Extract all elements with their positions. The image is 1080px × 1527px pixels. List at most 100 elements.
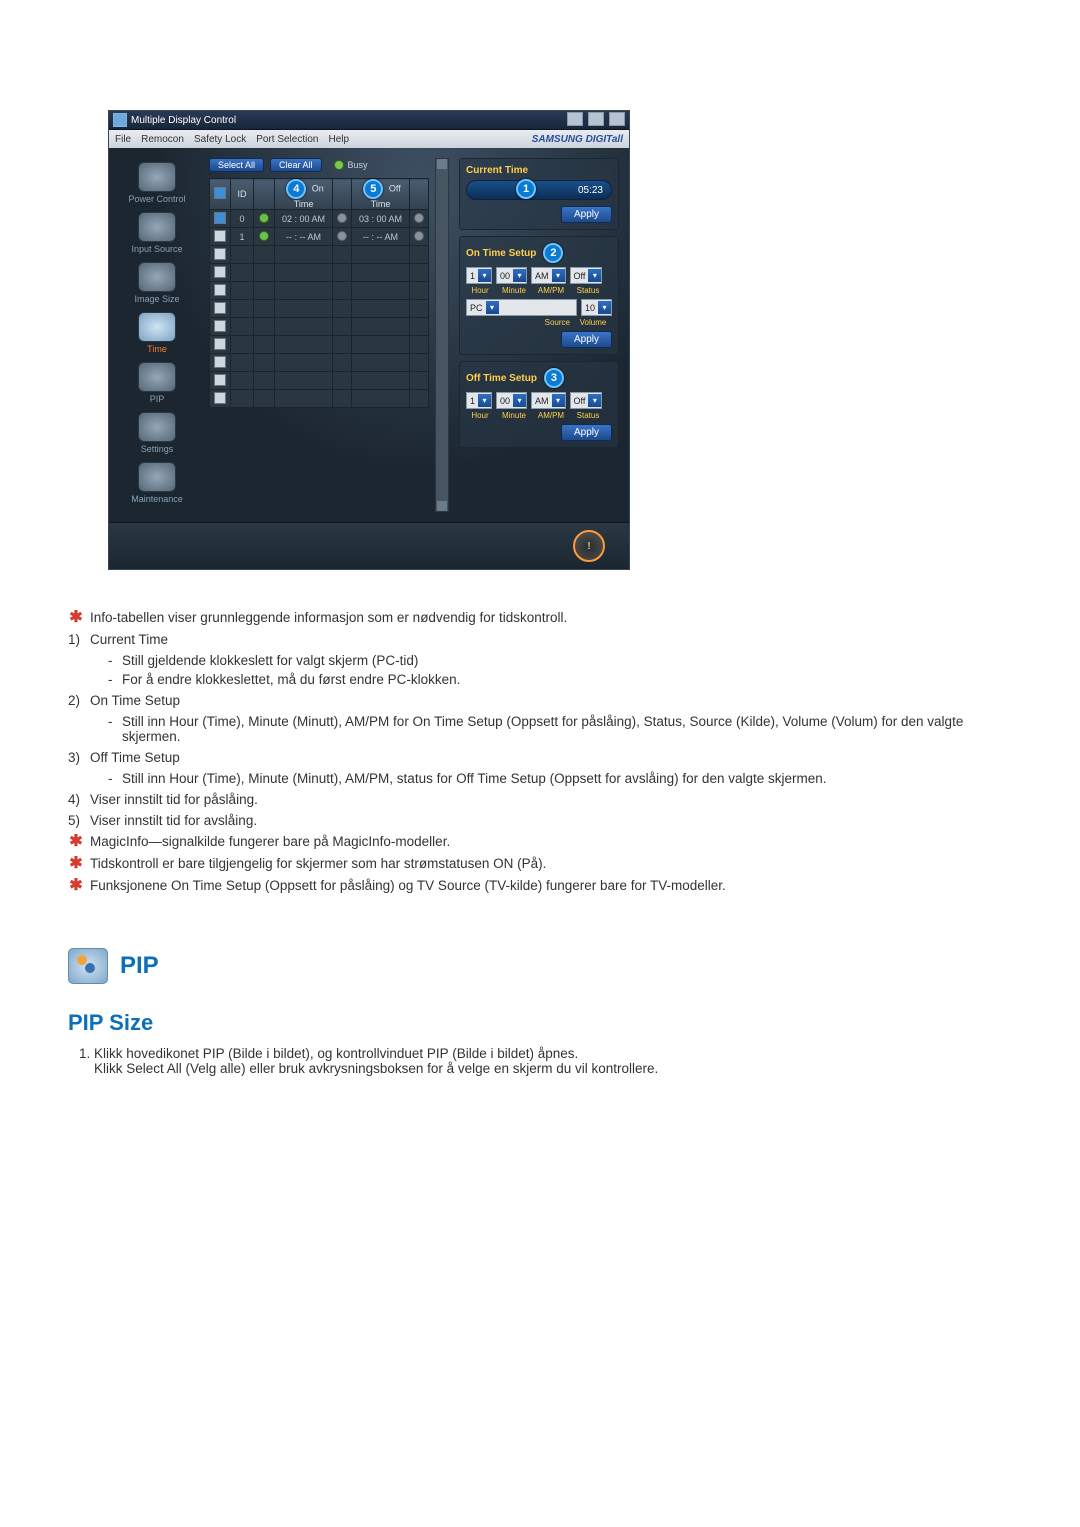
chevron-down-icon: ▾ — [588, 269, 601, 282]
display-table: ID 4 On Time 5 Off Time — [209, 178, 429, 408]
clear-all-button[interactable]: Clear All — [270, 158, 322, 172]
row-checkbox[interactable] — [214, 320, 226, 332]
hour-label: Hour — [466, 286, 494, 295]
power-led-icon — [259, 213, 269, 223]
led-icon — [414, 213, 424, 223]
chevron-down-icon: ▾ — [513, 394, 526, 407]
note-text: MagicInfo—signalkilde fungerer bare på M… — [90, 834, 1012, 849]
pip-steps: Klikk hovedikonet PIP (Bilde i bildet), … — [72, 1046, 1012, 1076]
cell-off-time: -- : -- AM — [352, 228, 410, 246]
chevron-down-icon: ▾ — [513, 269, 526, 282]
row-checkbox[interactable] — [214, 302, 226, 314]
current-time-value: 05:23 — [578, 185, 603, 196]
row-checkbox[interactable] — [214, 284, 226, 296]
current-time-panel: Current Time 1 05:23 Apply — [459, 158, 619, 230]
hour-select[interactable]: 1▾ — [466, 392, 492, 409]
titlebar: Multiple Display Control — [109, 111, 629, 130]
row-checkbox[interactable] — [214, 266, 226, 278]
col-off-time: 5 Off Time — [352, 179, 410, 210]
menu-remocon[interactable]: Remocon — [141, 134, 184, 145]
cell-id: 0 — [231, 210, 254, 228]
statusbar: ! — [109, 522, 629, 569]
col-power — [254, 179, 275, 210]
sidebar-item-label: Maintenance — [131, 494, 183, 504]
sidebar-item-input-source[interactable]: Input Source — [118, 212, 196, 258]
row-checkbox[interactable] — [214, 338, 226, 350]
item-number: 2) — [68, 693, 90, 708]
col-led — [333, 179, 352, 210]
row-checkbox[interactable] — [214, 356, 226, 368]
sidebar-item-label: Power Control — [128, 194, 185, 204]
sidebar-item-image-size[interactable]: Image Size — [118, 262, 196, 308]
hour-select[interactable]: 1▾ — [466, 267, 492, 284]
ampm-select[interactable]: AM▾ — [531, 267, 566, 284]
busy-indicator: Busy — [334, 160, 368, 170]
status-select[interactable]: Off▾ — [570, 392, 603, 409]
sidebar-item-maintenance[interactable]: Maintenance — [118, 462, 196, 508]
sidebar: Power Control Input Source Image Size Ti… — [109, 148, 205, 522]
close-icon[interactable] — [609, 112, 625, 126]
apply-button[interactable]: Apply — [561, 331, 612, 348]
power-icon — [138, 162, 176, 192]
row-checkbox[interactable] — [214, 392, 226, 404]
table-row[interactable]: 0 02 : 00 AM 03 : 00 AM — [210, 210, 429, 228]
star-icon: ✱ — [68, 834, 84, 850]
badge-5: 5 — [363, 179, 383, 199]
image-size-icon — [138, 262, 176, 292]
dash-icon: - — [108, 672, 122, 687]
minute-select[interactable]: 00▾ — [496, 267, 527, 284]
minute-label: Minute — [498, 411, 530, 420]
row-checkbox[interactable] — [214, 212, 226, 224]
app-icon — [113, 113, 127, 127]
row-checkbox[interactable] — [214, 248, 226, 260]
busy-label: Busy — [348, 160, 368, 170]
brand-logo: SAMSUNG DIGITall — [532, 134, 623, 145]
menu-safety-lock[interactable]: Safety Lock — [194, 134, 246, 145]
ampm-select[interactable]: AM▾ — [531, 392, 566, 409]
star-icon: ✱ — [68, 878, 84, 894]
volume-select[interactable]: 10▾ — [581, 299, 612, 316]
maximize-icon[interactable] — [588, 112, 604, 126]
window-buttons[interactable] — [565, 112, 625, 129]
apply-button[interactable]: Apply — [561, 206, 612, 223]
checkbox-icon[interactable] — [214, 187, 226, 199]
table-row — [210, 372, 429, 390]
row-checkbox[interactable] — [214, 374, 226, 386]
sidebar-item-power-control[interactable]: Power Control — [118, 162, 196, 208]
status-select[interactable]: Off▾ — [570, 267, 603, 284]
app-title: Multiple Display Control — [131, 115, 236, 126]
item-title: Viser innstilt tid for påslåing. — [90, 792, 1012, 807]
sidebar-item-settings[interactable]: Settings — [118, 412, 196, 458]
minute-label: Minute — [498, 286, 530, 295]
select-all-button[interactable]: Select All — [209, 158, 264, 172]
minute-select[interactable]: 00▾ — [496, 392, 527, 409]
chevron-down-icon: ▾ — [478, 269, 491, 282]
sidebar-item-time[interactable]: Time — [118, 312, 196, 358]
source-select[interactable]: PC▾ — [466, 299, 577, 316]
menu-file[interactable]: File — [115, 134, 131, 145]
cell-on-time: -- : -- AM — [275, 228, 333, 246]
item-sub: Still inn Hour (Time), Minute (Minutt), … — [122, 714, 1012, 744]
busy-dot-icon — [334, 160, 344, 170]
table-row — [210, 354, 429, 372]
time-icon — [138, 312, 176, 342]
sidebar-item-pip[interactable]: PIP — [118, 362, 196, 408]
chevron-down-icon: ▾ — [486, 301, 499, 314]
chevron-down-icon: ▾ — [552, 269, 565, 282]
table-row — [210, 264, 429, 282]
table-row[interactable]: 1 -- : -- AM -- : -- AM — [210, 228, 429, 246]
current-time-display: 1 05:23 — [466, 180, 612, 200]
ampm-label: AM/PM — [534, 286, 568, 295]
status-label: Status — [572, 411, 604, 420]
table-row — [210, 282, 429, 300]
apply-button[interactable]: Apply — [561, 424, 612, 441]
table-scrollbar[interactable] — [435, 158, 449, 512]
minimize-icon[interactable] — [567, 112, 583, 126]
row-checkbox[interactable] — [214, 230, 226, 242]
on-time-setup-label: On Time Setup — [466, 248, 536, 259]
menu-help[interactable]: Help — [328, 134, 349, 145]
menu-port-selection[interactable]: Port Selection — [256, 134, 318, 145]
col-led2 — [410, 179, 429, 210]
col-on-time: 4 On Time — [275, 179, 333, 210]
item-number: 5) — [68, 813, 90, 828]
